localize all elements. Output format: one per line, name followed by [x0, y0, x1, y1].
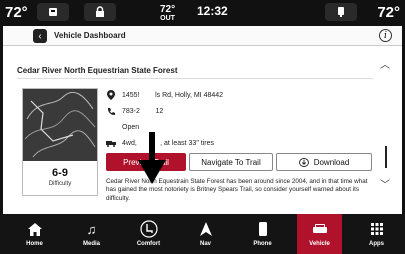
back-button[interactable]: ‹	[33, 29, 47, 43]
nav-home[interactable]: Home	[12, 214, 57, 254]
phone-row[interactable]: 783-2 12	[106, 106, 163, 116]
seat-icon	[139, 220, 158, 238]
scrollbar-thumb[interactable]	[385, 146, 387, 168]
trail-map-icon	[23, 89, 97, 161]
trail-detail-screen: ‹ Vehicle Dashboard i Cedar River North …	[3, 26, 402, 214]
nav-apps[interactable]: Apps	[354, 214, 399, 254]
annotation-arrow-icon	[138, 132, 166, 184]
screen-header: ‹ Vehicle Dashboard i	[3, 26, 402, 46]
chevron-left-icon: ‹	[38, 30, 42, 42]
nav-comfort[interactable]: Comfort	[126, 214, 171, 254]
download-icon	[298, 157, 309, 167]
navigate-to-trail-button[interactable]: Navigate To Trail	[189, 153, 273, 171]
status-bar: 72° 72° OUT 12:32 72°	[0, 0, 405, 26]
chevron-up-icon[interactable]: ︿	[380, 56, 390, 71]
phone-icon	[106, 106, 116, 116]
chevron-down-icon[interactable]: ﹀	[380, 176, 390, 191]
lock-button[interactable]	[84, 3, 116, 21]
passenger-seat-button[interactable]	[325, 3, 357, 21]
driver-temp[interactable]: 72°	[5, 4, 28, 21]
seat-heat-button[interactable]	[37, 3, 69, 21]
phone-icon	[254, 220, 272, 238]
navigation-arrow-icon	[197, 220, 215, 238]
trail-title: Cedar River North Equestrian State Fores…	[17, 66, 178, 75]
trail-thumbnail: 6-9 Difficulty	[22, 88, 98, 196]
music-note-icon: ♫	[86, 221, 97, 237]
bottom-nav-bar: Home ♫ Media Comfort Nav Phone Vehicle A…	[0, 214, 405, 254]
seat-heat-icon	[338, 7, 344, 17]
clock-icon	[106, 122, 116, 132]
nav-phone[interactable]: Phone	[240, 214, 285, 254]
head-unit-frame: 72° 72° OUT 12:32 72° ‹ Vehicle Dashboar…	[0, 0, 405, 254]
trail-map-image	[23, 89, 97, 161]
lock-icon	[96, 6, 104, 17]
download-button[interactable]: Download	[276, 153, 372, 171]
nav-media[interactable]: ♫ Media	[69, 214, 114, 254]
seat-heat-icon	[49, 8, 57, 16]
clock: 12:32	[197, 4, 228, 18]
nav-vehicle[interactable]: Vehicle	[297, 214, 342, 254]
home-icon	[26, 220, 44, 238]
hours-row: Open	[106, 122, 139, 132]
truck-icon	[106, 138, 116, 148]
vehicle-icon	[311, 220, 329, 238]
location-pin-icon	[106, 90, 116, 100]
passenger-temp[interactable]: 72°	[377, 4, 400, 21]
outside-temp: 72° OUT	[160, 4, 176, 23]
address-row: 1455! ls Rd, Holly, MI 48442	[106, 90, 223, 100]
difficulty-rating: 6-9 Difficulty	[48, 167, 72, 187]
divider	[17, 78, 373, 79]
nav-nav[interactable]: Nav	[183, 214, 228, 254]
breadcrumb: Vehicle Dashboard	[54, 31, 126, 40]
info-icon[interactable]: i	[379, 29, 392, 42]
apps-grid-icon	[368, 220, 386, 238]
